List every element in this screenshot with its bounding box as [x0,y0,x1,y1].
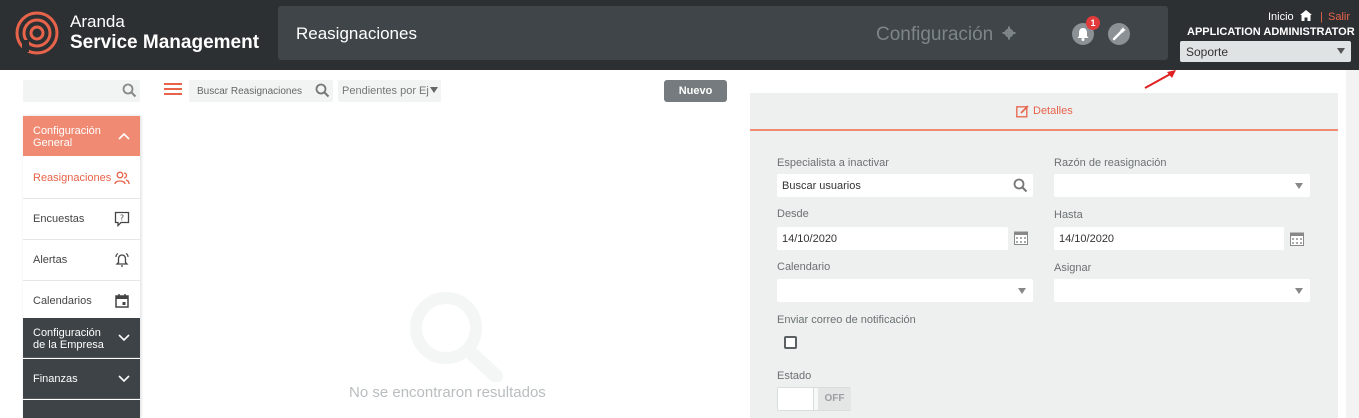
notification-badge: 1 [1086,16,1100,30]
search-placeholder: Buscar Reasignaciones [197,86,303,97]
sidebar-item-label: Alertas [33,254,68,266]
from-date-input[interactable]: 14/10/2020 [777,227,1008,250]
email-notification-label: Enviar correo de notificación [777,314,916,326]
assign-label: Asignar [1054,262,1092,274]
sidebar-section-more[interactable] [23,400,140,418]
chevron-down-icon [1337,48,1345,54]
sidebar-section-label: Configuración de la Empresa [33,327,104,351]
from-label: Desde [777,208,809,220]
home-link[interactable]: Inicio [1268,11,1294,23]
details-panel: Detalles Especialista a inactivar Buscar… [750,93,1338,418]
chevron-down-icon [1295,288,1303,294]
page-scrollbar[interactable] [1346,70,1359,418]
sidebar-section-label: Configuración General [33,125,101,149]
edit-icon [1016,105,1029,118]
header-separator: | [1320,11,1323,23]
sidebar-item-label: Reasignaciones [33,172,112,184]
empty-search-icon [410,292,503,382]
users-icon [114,171,130,185]
sidebar-section-label: Finanzas [33,373,78,385]
sidebar-section-finanzas[interactable]: Finanzas [23,359,140,399]
title-bar: Reasignaciones Configuración 1 [278,6,1168,60]
user-name: APPLICATION ADMINISTRATOR [1187,26,1355,38]
config-label[interactable]: Configuración [876,24,993,46]
svg-text:?: ? [120,214,124,223]
brand-product: Service Management [70,32,260,53]
sidebar: Configuración General Reasignaciones Enc… [23,116,140,418]
tab-label: Detalles [1033,105,1073,117]
tab-detalles[interactable]: Detalles [750,93,1338,131]
sidebar-item-alertas[interactable]: Alertas [23,240,140,281]
email-notification-checkbox[interactable] [784,336,797,349]
empty-message: No se encontraron resultados [349,384,546,401]
to-label: Hasta [1054,209,1083,221]
calendar-icon [115,294,129,308]
brand-name: Aranda [70,12,125,31]
role-select-value: Soporte [1186,45,1229,59]
sidebar-item-label: Calendarios [33,295,92,307]
status-filter-select[interactable]: Pendientes por Ej [338,80,441,102]
search-icon[interactable] [315,83,330,98]
app-header: Aranda Service Management Reasignaciones… [0,0,1359,70]
gear-icon[interactable] [1002,26,1016,40]
reassignments-search-input[interactable]: Buscar Reasignaciones [189,80,333,102]
assign-select[interactable] [1054,279,1310,302]
aranda-logo-icon [15,11,59,55]
sidebar-section-configuracion-general[interactable]: Configuración General [23,116,140,156]
sidebar-item-label: Encuestas [33,213,85,225]
home-icon[interactable] [1300,10,1312,21]
role-select[interactable]: Soporte [1180,41,1351,62]
reason-label: Razón de reasignación [1054,157,1167,169]
status-toggle[interactable]: OFF [777,387,851,411]
from-date-value: 14/10/2020 [782,233,838,245]
specialist-value: Buscar usuarios [782,180,861,192]
alarm-icon [115,252,129,267]
chevron-down-icon [1018,288,1026,294]
calendar-icon[interactable] [1290,232,1304,246]
search-icon[interactable] [1013,178,1028,193]
specialist-search-input[interactable]: Buscar usuarios [777,174,1033,197]
chevron-down-icon [118,334,130,342]
to-date-value: 14/10/2020 [1059,233,1115,245]
annotation-arrow-icon [1144,70,1176,89]
search-icon[interactable] [122,83,137,98]
sidebar-item-encuestas[interactable]: Encuestas ? [23,199,140,240]
sidebar-item-reasignaciones[interactable]: Reasignaciones [23,158,140,199]
calendar-icon[interactable] [1014,231,1028,245]
chevron-down-icon [118,375,130,383]
calendar-select[interactable] [777,279,1033,302]
sidebar-section-configuracion-empresa[interactable]: Configuración de la Empresa [23,318,140,358]
chevron-down-icon [430,87,438,93]
page-title: Reasignaciones [296,24,417,43]
specialist-label: Especialista a inactivar [777,157,889,169]
calendar-label: Calendario [777,261,831,273]
hamburger-menu-icon[interactable] [164,82,182,96]
survey-icon: ? [114,211,130,227]
toggle-knob [778,388,814,410]
reason-select[interactable] [1054,174,1310,197]
sidebar-item-calendarios[interactable]: Calendarios [23,281,140,318]
new-button[interactable]: Nuevo [664,80,727,102]
tools-button[interactable] [1108,23,1130,45]
logout-link[interactable]: Salir [1328,11,1350,23]
magic-wand-icon [1112,27,1126,41]
toggle-state-label: OFF [818,388,851,410]
chevron-up-icon [118,132,130,140]
to-date-input[interactable]: 14/10/2020 [1054,227,1284,250]
status-label: Estado [777,370,812,382]
status-filter-value: Pendientes por Ej [342,85,429,97]
chevron-down-icon [1295,183,1303,189]
